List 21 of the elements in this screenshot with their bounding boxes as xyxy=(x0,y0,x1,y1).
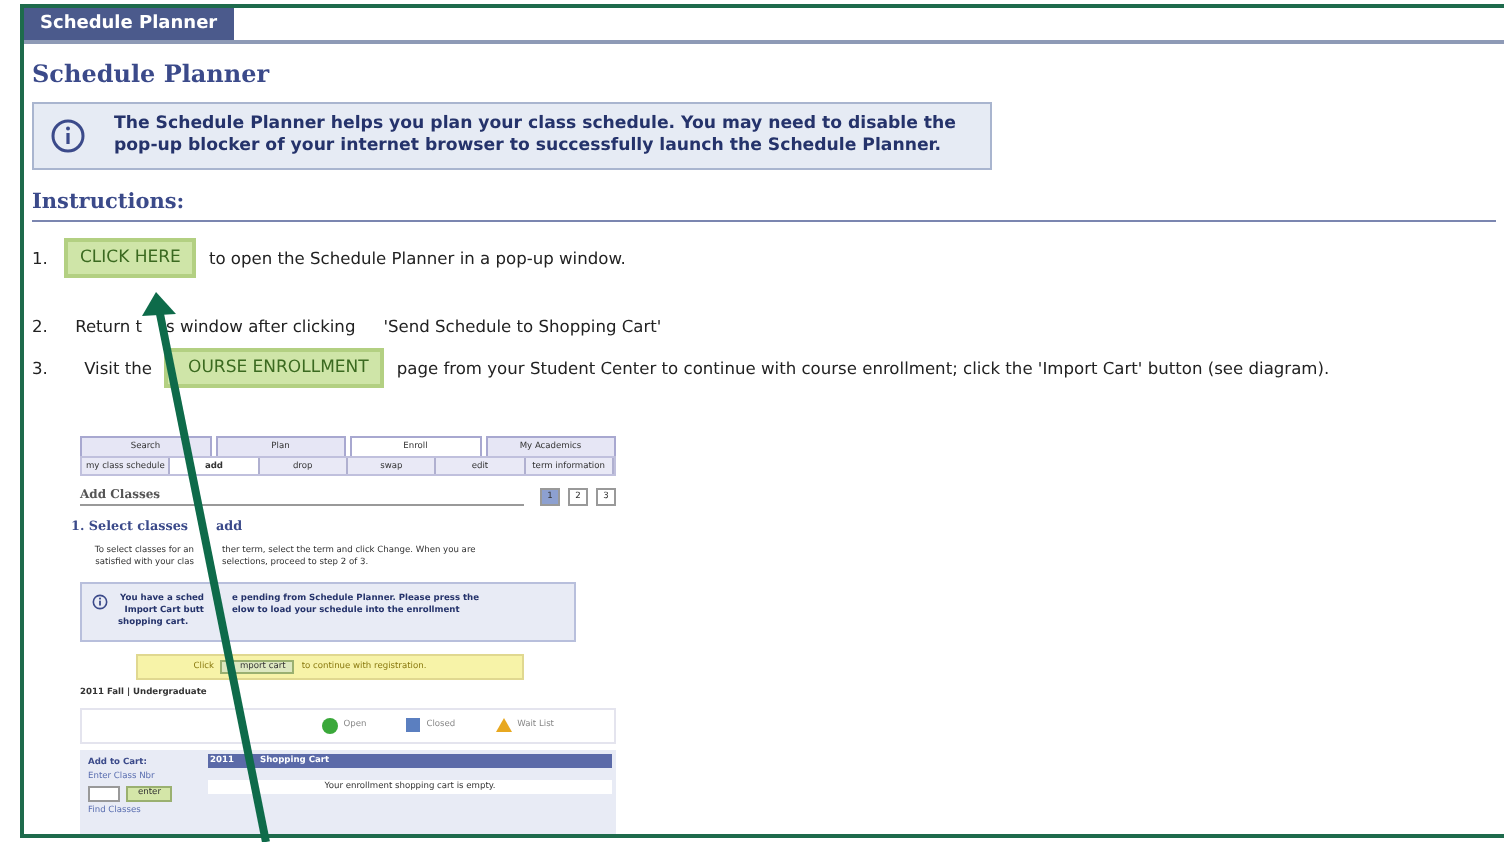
link-button[interactable]: OURSE ENROLLMENT xyxy=(164,348,385,389)
step-text: Return t xyxy=(75,316,142,337)
instructions-heading: Instructions: xyxy=(32,190,1496,223)
step-text: page from your Student Center to continue with course enrollment; click the 'Import Cart' button (see diagram). xyxy=(396,358,1330,379)
quoted-label: 'Send Schedule to Shopping Cart' xyxy=(383,316,662,337)
info-icon xyxy=(50,118,86,154)
link-button[interactable]: CLICK HERE xyxy=(64,238,197,279)
step-text: to open the Schedule Planner in a pop-up window. xyxy=(208,248,626,269)
triangle-icon xyxy=(495,718,512,733)
diagram-input-field xyxy=(88,785,120,802)
page-title: Schedule Planner xyxy=(32,60,272,88)
step-number: 2. xyxy=(32,316,50,337)
step-text: Visit the xyxy=(84,358,152,379)
step-text: s window after clicking xyxy=(166,316,356,337)
square-icon xyxy=(406,718,421,733)
step-number: 3. xyxy=(32,358,50,379)
step-number: 1. xyxy=(32,248,50,269)
info-icon xyxy=(92,594,108,611)
info-message: The Schedule Planner helps you plan your class schedule. You may need to disable the pop-up blocker of your internet browser to successfully launch the Schedule Planner. xyxy=(114,114,958,159)
page-tab[interactable]: Schedule Planner xyxy=(24,8,234,40)
circle-icon xyxy=(321,717,338,734)
